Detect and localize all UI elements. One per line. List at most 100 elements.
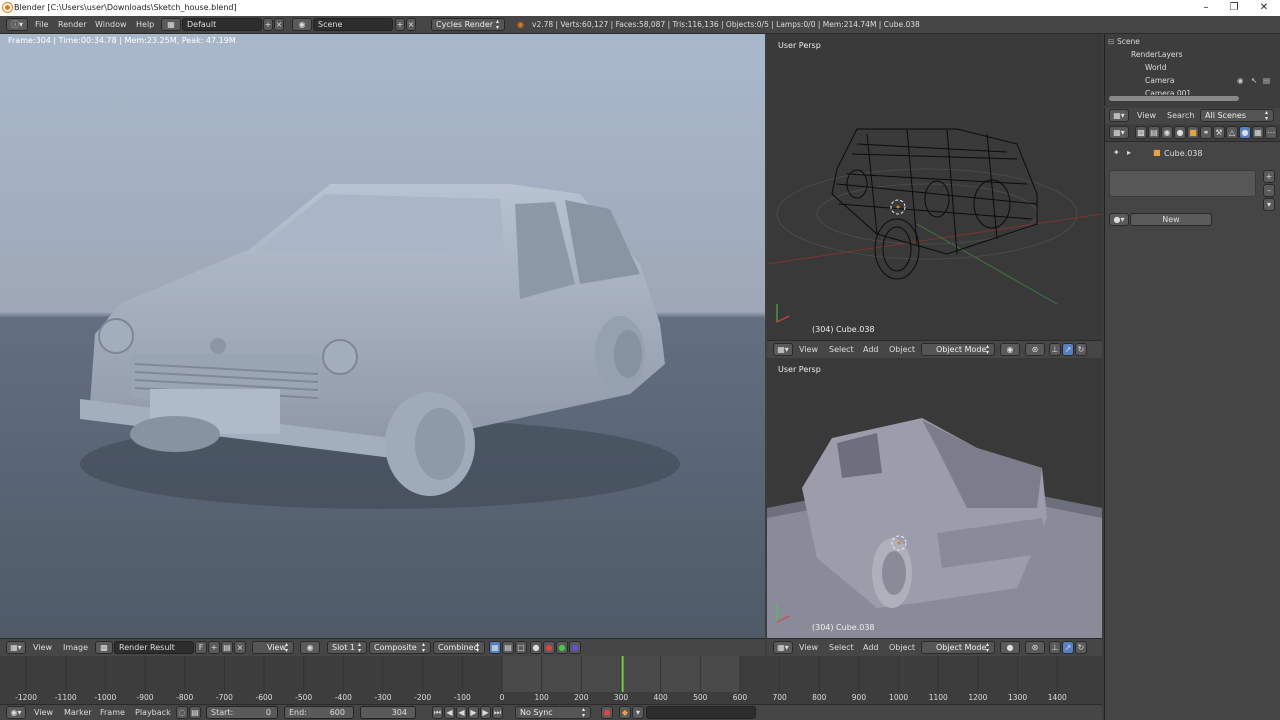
editor-type-image-icon[interactable]: ▦▾: [6, 641, 26, 654]
shading-icon[interactable]: ●: [1000, 641, 1020, 654]
image-name-field[interactable]: Render Result: [114, 641, 194, 654]
zbuffer-icon[interactable]: ▢: [515, 641, 527, 654]
maximize-icon[interactable]: ❐: [1224, 1, 1244, 14]
pin-icon[interactable]: ✦: [1113, 148, 1120, 157]
3d-viewport-wireframe[interactable]: User Persp (304) Cube.038: [767, 34, 1102, 340]
menu-view[interactable]: View: [33, 643, 52, 652]
menu-select[interactable]: Select: [829, 643, 854, 652]
editor-type-properties-icon[interactable]: ▦▾: [1109, 126, 1129, 139]
remove-scene-icon[interactable]: ×: [406, 18, 416, 31]
menu-view[interactable]: View: [799, 643, 818, 652]
menu-view[interactable]: View: [34, 708, 53, 717]
channel-icon[interactable]: ●: [530, 641, 542, 654]
keying-set-menu-icon[interactable]: ▾: [632, 706, 644, 719]
constraints-tab-icon[interactable]: ⚭: [1200, 126, 1212, 139]
mode-select[interactable]: Object Mode: [921, 641, 995, 654]
layers-tab-icon[interactable]: ▤: [1148, 126, 1160, 139]
material-browse-icon[interactable]: ●▾: [1109, 213, 1129, 226]
record-icon[interactable]: ●: [601, 706, 613, 719]
menu-render[interactable]: Render: [58, 20, 86, 29]
outliner-item-world[interactable]: World: [1145, 63, 1167, 72]
pivot-point-icon[interactable]: ⊛: [1025, 343, 1045, 356]
3d-viewport-solid[interactable]: User Persp (304) Cube.038: [767, 358, 1102, 638]
add-slot-icon[interactable]: +: [1263, 170, 1275, 183]
particles-tab-icon[interactable]: ⋯: [1265, 126, 1277, 139]
editor-type-info-icon[interactable]: ⓘ▾: [6, 18, 28, 31]
close-icon[interactable]: ✕: [1254, 1, 1274, 14]
sync-mode-select[interactable]: No Sync: [515, 706, 591, 719]
menu-add[interactable]: Add: [863, 643, 879, 652]
menu-file[interactable]: File: [35, 20, 48, 29]
fake-user-button[interactable]: F: [195, 641, 207, 654]
material-tab-icon[interactable]: ●: [1239, 126, 1251, 139]
image-browse-icon[interactable]: ▩: [95, 641, 113, 654]
current-frame-field[interactable]: 304: [360, 706, 416, 719]
range-icon[interactable]: ▤: [189, 706, 201, 719]
timeline[interactable]: -1200 -1100 -1000 -900 -800 -700 -600 -500 -400-…: [0, 656, 1102, 704]
pivot-point-icon[interactable]: ⊛: [1025, 641, 1045, 654]
green-channel-icon[interactable]: ●: [556, 641, 568, 654]
play-icon[interactable]: ▶: [468, 706, 479, 719]
menu-view[interactable]: View: [1137, 111, 1156, 120]
mode-select[interactable]: Object Mode: [921, 343, 995, 356]
outliner-item-renderlayers[interactable]: RenderLayers: [1131, 50, 1183, 59]
preview-range-icon[interactable]: ◌: [176, 706, 188, 719]
manipulator-icon[interactable]: ⊥: [1049, 641, 1061, 654]
unlink-image-icon[interactable]: ×: [234, 641, 246, 654]
modifiers-tab-icon[interactable]: ⚒: [1213, 126, 1225, 139]
menu-frame[interactable]: Frame: [100, 708, 125, 717]
red-channel-icon[interactable]: ●: [543, 641, 555, 654]
slot-select[interactable]: Slot 1: [327, 641, 367, 654]
outliner-item-camera-001[interactable]: Camera.001: [1145, 89, 1191, 95]
blue-channel-icon[interactable]: ●: [569, 641, 581, 654]
world-tab-icon[interactable]: ●: [1174, 126, 1186, 139]
end-frame-field[interactable]: End: 600: [284, 706, 354, 719]
jump-end-icon[interactable]: ⏭: [492, 706, 503, 719]
view-mode-select[interactable]: View: [252, 641, 294, 654]
outliner-scrollbar[interactable]: [1109, 96, 1239, 101]
slot-menu-icon[interactable]: ▾: [1263, 198, 1275, 211]
editor-type-timeline-icon[interactable]: ◉▾: [6, 706, 26, 719]
menu-object[interactable]: Object: [889, 643, 915, 652]
visibility-eye-icon[interactable]: ◉: [1237, 76, 1244, 85]
editor-type-3d-icon[interactable]: ▦▾: [773, 641, 793, 654]
render-camera-icon[interactable]: ▤: [1263, 76, 1270, 85]
jump-keyframe-back-icon[interactable]: ◀: [444, 706, 455, 719]
menu-marker[interactable]: Marker: [64, 708, 92, 717]
pivot-icon[interactable]: ◉: [300, 641, 320, 654]
draw-channels-icon[interactable]: ▦: [489, 641, 501, 654]
start-frame-field[interactable]: Start: 0: [206, 706, 278, 719]
selectable-arrow-icon[interactable]: ↖: [1251, 76, 1257, 85]
menu-select[interactable]: Select: [829, 345, 854, 354]
menu-help[interactable]: Help: [136, 20, 154, 29]
add-scene-icon[interactable]: +: [395, 18, 405, 31]
render-tab-icon[interactable]: ▩: [1135, 126, 1147, 139]
keying-set-icon[interactable]: ◆: [619, 706, 631, 719]
open-image-icon[interactable]: ▤: [221, 641, 233, 654]
play-reverse-icon[interactable]: ◀: [456, 706, 467, 719]
render-pass-select[interactable]: Combined: [433, 641, 485, 654]
screen-layout-icon[interactable]: ▦: [161, 18, 181, 31]
editor-type-outliner-icon[interactable]: ▦▾: [1109, 109, 1129, 122]
rotate-icon[interactable]: ↻: [1075, 343, 1087, 356]
rotate-icon[interactable]: ↻: [1075, 641, 1087, 654]
render-result-view[interactable]: Frame:304 | Time:00:34.78 | Mem:23.25M, …: [0, 34, 765, 638]
outliner-item-camera[interactable]: Camera: [1145, 76, 1174, 85]
menu-image[interactable]: Image: [63, 643, 88, 652]
material-slot-list[interactable]: [1109, 170, 1256, 197]
menu-view[interactable]: View: [799, 345, 818, 354]
new-image-icon[interactable]: +: [208, 641, 220, 654]
remove-layout-icon[interactable]: ×: [274, 18, 284, 31]
scene-filter-select[interactable]: All Scenes: [1200, 109, 1274, 122]
jump-keyframe-forward-icon[interactable]: ▶: [480, 706, 491, 719]
translate-icon[interactable]: ↗: [1062, 641, 1074, 654]
minimize-icon[interactable]: –: [1196, 1, 1216, 14]
menu-object[interactable]: Object: [889, 345, 915, 354]
menu-search[interactable]: Search: [1167, 111, 1194, 120]
jump-start-icon[interactable]: ⏮: [432, 706, 443, 719]
menu-playback[interactable]: Playback: [135, 708, 171, 717]
manipulator-icon[interactable]: ⊥: [1049, 343, 1061, 356]
render-layer-select[interactable]: Composite: [369, 641, 431, 654]
remove-slot-icon[interactable]: –: [1263, 184, 1275, 197]
scene-icon[interactable]: ◉: [292, 18, 312, 31]
